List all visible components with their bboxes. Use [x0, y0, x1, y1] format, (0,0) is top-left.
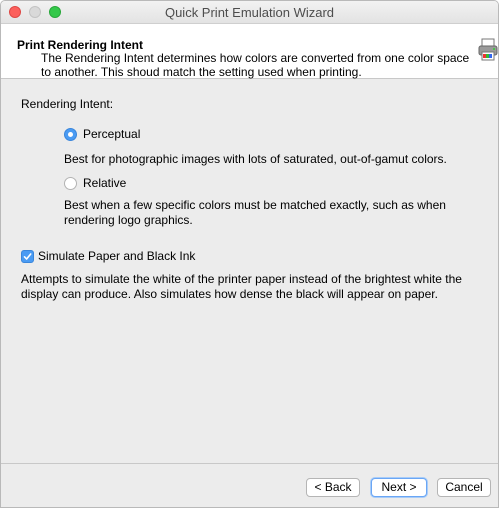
- page-description: The Rendering Intent determines how colo…: [41, 51, 470, 79]
- perceptual-label[interactable]: Perceptual: [83, 127, 140, 142]
- next-button[interactable]: Next >: [371, 478, 427, 497]
- back-button[interactable]: < Back: [306, 478, 360, 497]
- relative-label[interactable]: Relative: [83, 176, 126, 191]
- relative-description: Best when a few specific colors must be …: [64, 198, 446, 227]
- wizard-window: Quick Print Emulation Wizard Print Rende…: [0, 0, 499, 508]
- footer-divider: [1, 463, 498, 464]
- perceptual-radio[interactable]: [64, 128, 77, 141]
- relative-radio[interactable]: [64, 177, 77, 190]
- wizard-header: Print Rendering Intent The Rendering Int…: [1, 24, 498, 79]
- simulate-paper-description: Attempts to simulate the white of the pr…: [21, 272, 462, 301]
- simulate-paper-checkbox[interactable]: [21, 250, 34, 263]
- color-printer-icon: [478, 38, 498, 61]
- checkmark-icon: [23, 253, 32, 260]
- simulate-paper-label[interactable]: Simulate Paper and Black Ink: [38, 249, 195, 264]
- window-title: Quick Print Emulation Wizard: [164, 5, 335, 20]
- cancel-button[interactable]: Cancel: [437, 478, 491, 497]
- perceptual-description: Best for photographic images with lots o…: [64, 152, 447, 166]
- rendering-intent-label: Rendering Intent:: [21, 97, 114, 111]
- page-title: Print Rendering Intent: [17, 38, 143, 52]
- title-bar[interactable]: Quick Print Emulation Wizard: [1, 1, 498, 24]
